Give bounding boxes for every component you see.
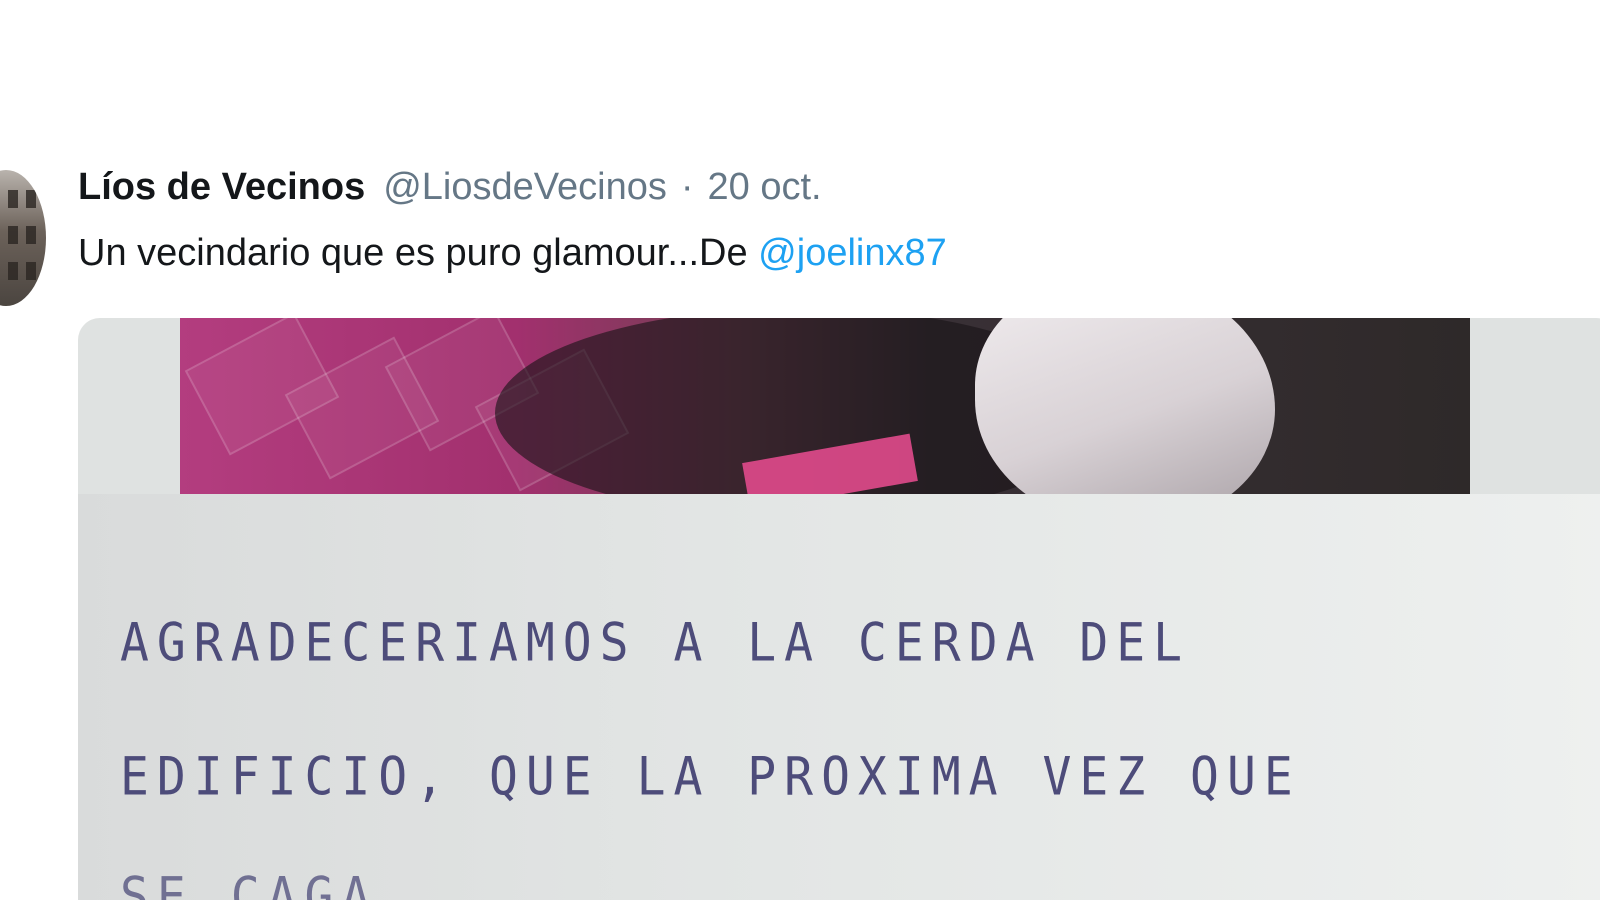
mention-link[interactable]: @joelinx87 (758, 232, 947, 274)
tweet-header: Líos de Vecinos @LiosdeVecinos · 20 oct. (78, 166, 822, 214)
tweet-photo[interactable]: AGRADECERIAMOS A LA CERDA DEL EDIFICIO, … (78, 318, 1600, 900)
note-line-1: AGRADECERIAMOS A LA CERDA DEL (120, 612, 1191, 674)
user-handle[interactable]: @LiosdeVecinos (383, 166, 667, 209)
tweet-body-text: Un vecindario que es puro glamour...De (78, 232, 759, 274)
note-line-3: SE CAGA (120, 866, 379, 900)
photo-top-strip (180, 318, 1470, 494)
header-separator: · (680, 166, 694, 208)
note-line-2: EDIFICIO, QUE LA PROXIMA VEZ QUE (120, 746, 1301, 808)
tweet-text: Un vecindario que es puro glamour...De @… (78, 232, 947, 275)
profile-avatar[interactable] (0, 170, 46, 306)
display-name[interactable]: Líos de Vecinos (78, 166, 365, 209)
handwritten-note: AGRADECERIAMOS A LA CERDA DEL EDIFICIO, … (78, 494, 1600, 900)
tweet-page: Líos de Vecinos @LiosdeVecinos · 20 oct.… (0, 0, 1600, 900)
tweet-date[interactable]: 20 oct. (708, 166, 822, 209)
